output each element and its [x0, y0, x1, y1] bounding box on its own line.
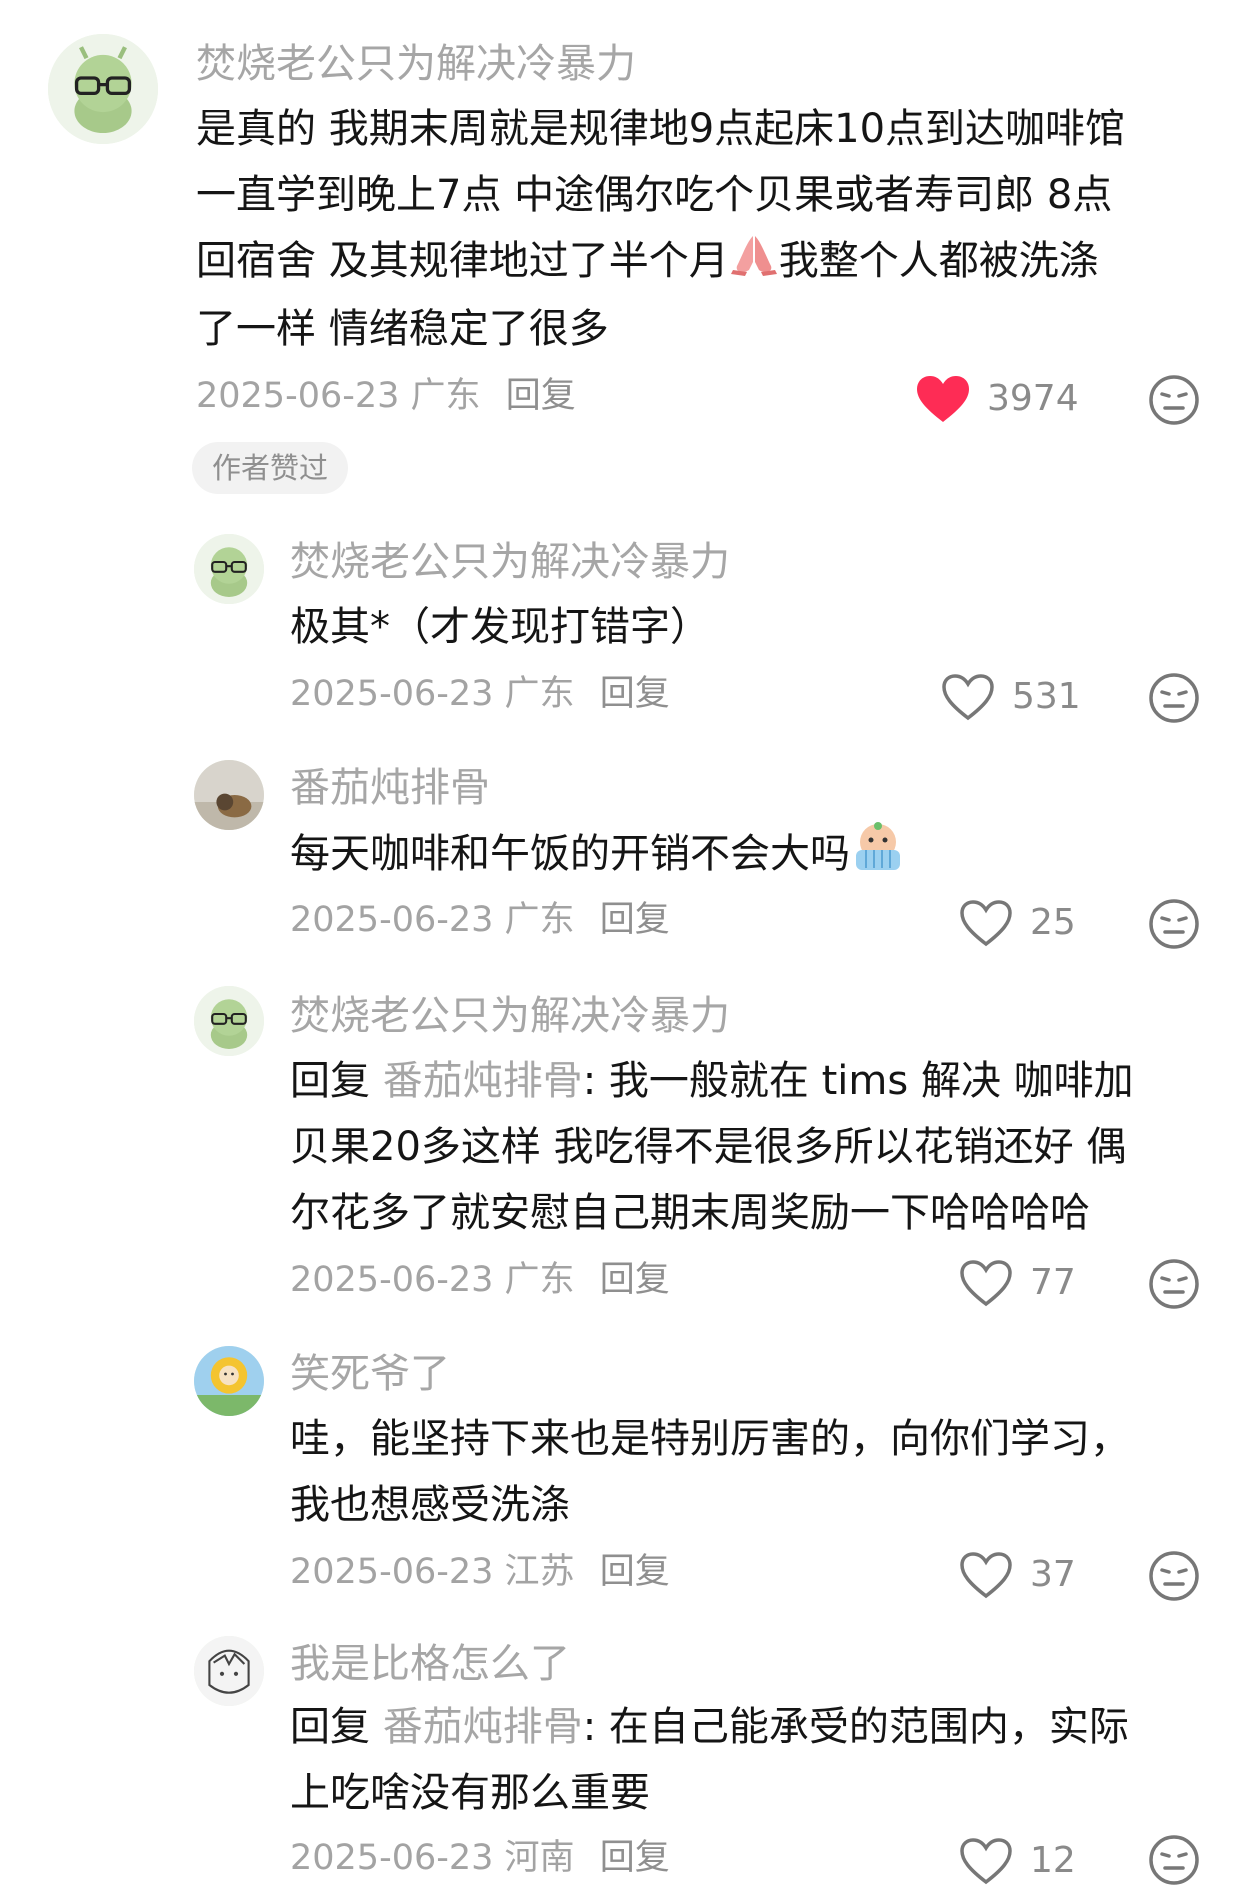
comment-line: 是真的 我期末周就是规律地9点起床10点到达咖啡馆	[196, 106, 1126, 152]
comment-line: 回复 番茄炖排骨: 在自己能承受的范围内，实际	[290, 1694, 1129, 1760]
dislike-face-icon	[1149, 899, 1199, 949]
comment-line-part: : 在自己能承受的范围内，实际	[582, 1704, 1129, 1750]
avatar[interactable]	[48, 34, 158, 144]
dislike-face-icon	[1149, 375, 1199, 425]
dislike-button[interactable]	[1148, 1550, 1200, 1602]
comment-line: 回复 番茄炖排骨: 我一般就在 tims 解决 咖啡加	[290, 1048, 1134, 1114]
comment-meta: 2025-06-23 广东 回复	[290, 1258, 670, 1302]
comment-text: 回复 番茄炖排骨: 在自己能承受的范围内，实际 上吃啥没有那么重要	[290, 1694, 1129, 1826]
comment-line-part: 回宿舍 及其规律地过了半个月	[196, 238, 729, 284]
comment-line-part: 我整个人都被洗涤	[778, 238, 1099, 284]
comment-date: 2025-06-23	[290, 900, 494, 940]
comment-region: 广东	[504, 900, 575, 940]
like-button[interactable]: 3974	[915, 374, 1079, 424]
comment-line: 了一样 情绪稳定了很多	[196, 306, 609, 352]
reply-button[interactable]: 回复	[600, 1260, 670, 1300]
like-count: 531	[1012, 676, 1081, 717]
comment-author[interactable]: 焚烧老公只为解决冷暴力	[196, 40, 636, 88]
like-count: 25	[1030, 902, 1076, 943]
comment-line: 尔花多了就安慰自己期末周奖励一下哈哈哈哈	[290, 1190, 1090, 1236]
comment-line: 每天咖啡和午饭的开销不会大吗	[290, 820, 906, 892]
dislike-button[interactable]	[1148, 1834, 1200, 1886]
reply-button[interactable]: 回复	[600, 1838, 670, 1878]
comment-text: 极其*（才发现打错字）	[290, 594, 710, 660]
dislike-face-icon	[1149, 1835, 1199, 1885]
comment-meta: 2025-06-23 广东 回复	[196, 374, 576, 418]
reply-button[interactable]: 回复	[600, 1552, 670, 1592]
like-button[interactable]: 12	[958, 1836, 1076, 1886]
dislike-button[interactable]	[1148, 1258, 1200, 1310]
like-count: 77	[1030, 1262, 1076, 1303]
comment-author[interactable]: 我是比格怎么了	[290, 1640, 570, 1688]
pray-hands-emoji	[729, 230, 779, 296]
avatar[interactable]	[194, 534, 264, 604]
comment-meta: 2025-06-23 江苏 回复	[290, 1550, 670, 1594]
comment-date: 2025-06-23	[290, 674, 494, 714]
dislike-button[interactable]	[1148, 898, 1200, 950]
comment-date: 2025-06-23	[196, 376, 400, 416]
comment-meta: 2025-06-23 广东 回复	[290, 898, 670, 942]
dislike-button[interactable]	[1148, 672, 1200, 724]
reply-prefix: 回复	[290, 1704, 370, 1750]
like-count: 3974	[987, 378, 1079, 419]
comment-author[interactable]: 番茄炖排骨	[290, 764, 490, 812]
comment-author[interactable]: 焚烧老公只为解决冷暴力	[290, 538, 730, 586]
avatar[interactable]	[194, 1636, 264, 1706]
comment-region: 广东	[504, 1260, 575, 1300]
avatar[interactable]	[194, 760, 264, 830]
heart-icon	[958, 898, 1014, 948]
comment-line: 哇，能坚持下来也是特别厉害的，向你们学习，	[290, 1416, 1130, 1462]
comment-region: 江苏	[504, 1552, 575, 1592]
comment-text: 每天咖啡和午饭的开销不会大吗	[290, 820, 906, 892]
heart-icon	[958, 1836, 1014, 1886]
comment-text: 是真的 我期末周就是规律地9点起床10点到达咖啡馆 一直学到晚上7点 中途偶尔吃…	[196, 96, 1125, 362]
comment-date: 2025-06-23	[290, 1838, 494, 1878]
reply-target-user[interactable]: 番茄炖排骨	[383, 1058, 583, 1104]
comment-date: 2025-06-23	[290, 1260, 494, 1300]
comment-region: 河南	[504, 1838, 575, 1878]
comment-line: 一直学到晚上7点 中途偶尔吃个贝果或者寿司郎 8点	[196, 172, 1113, 218]
comment-meta: 2025-06-23 广东 回复	[290, 672, 670, 716]
crying-baby-emoji	[850, 820, 906, 892]
comment-date: 2025-06-23	[290, 1552, 494, 1592]
dislike-face-icon	[1149, 1259, 1199, 1309]
heart-icon	[940, 672, 996, 722]
comment-region: 广东	[410, 376, 481, 416]
heart-icon	[958, 1550, 1014, 1600]
comment-line: 贝果20多这样 我吃得不是很多所以花销还好 偶	[290, 1124, 1127, 1170]
reply-button[interactable]: 回复	[506, 376, 576, 416]
comment-author[interactable]: 焚烧老公只为解决冷暴力	[290, 992, 730, 1040]
like-count: 12	[1030, 1840, 1076, 1881]
dislike-button[interactable]	[1148, 374, 1200, 426]
author-liked-badge: 作者赞过	[192, 442, 349, 494]
like-button[interactable]: 37	[958, 1550, 1076, 1600]
dislike-face-icon	[1149, 1551, 1199, 1601]
avatar[interactable]	[194, 1346, 264, 1416]
comment-meta: 2025-06-23 河南 回复	[290, 1836, 670, 1880]
heart-icon	[915, 374, 971, 424]
comment-line: 我也想感受洗涤	[290, 1482, 570, 1528]
like-button[interactable]: 77	[958, 1258, 1076, 1308]
avatar[interactable]	[194, 986, 264, 1056]
dislike-face-icon	[1149, 673, 1199, 723]
like-count: 37	[1030, 1554, 1076, 1595]
comment-text: 回复 番茄炖排骨: 我一般就在 tims 解决 咖啡加 贝果20多这样 我吃得不…	[290, 1048, 1134, 1246]
like-button[interactable]: 25	[958, 898, 1076, 948]
comment-text: 哇，能坚持下来也是特别厉害的，向你们学习， 我也想感受洗涤	[290, 1406, 1130, 1538]
comment-line-part: : 我一般就在 tims 解决 咖啡加	[582, 1058, 1134, 1104]
comment-line-part: 每天咖啡和午饭的开销不会大吗	[290, 831, 850, 877]
reply-button[interactable]: 回复	[600, 674, 670, 714]
like-button[interactable]: 531	[940, 672, 1081, 722]
comment-line: 上吃啥没有那么重要	[290, 1770, 650, 1816]
heart-icon	[958, 1258, 1014, 1308]
reply-prefix: 回复	[290, 1058, 370, 1104]
comment-author[interactable]: 笑死爷了	[290, 1350, 450, 1398]
comment-line: 回宿舍 及其规律地过了半个月 我整个人都被洗涤	[196, 228, 1125, 296]
reply-button[interactable]: 回复	[600, 900, 670, 940]
reply-target-user[interactable]: 番茄炖排骨	[383, 1704, 583, 1750]
comment-line: 极其*（才发现打错字）	[290, 604, 710, 650]
comment-region: 广东	[504, 674, 575, 714]
